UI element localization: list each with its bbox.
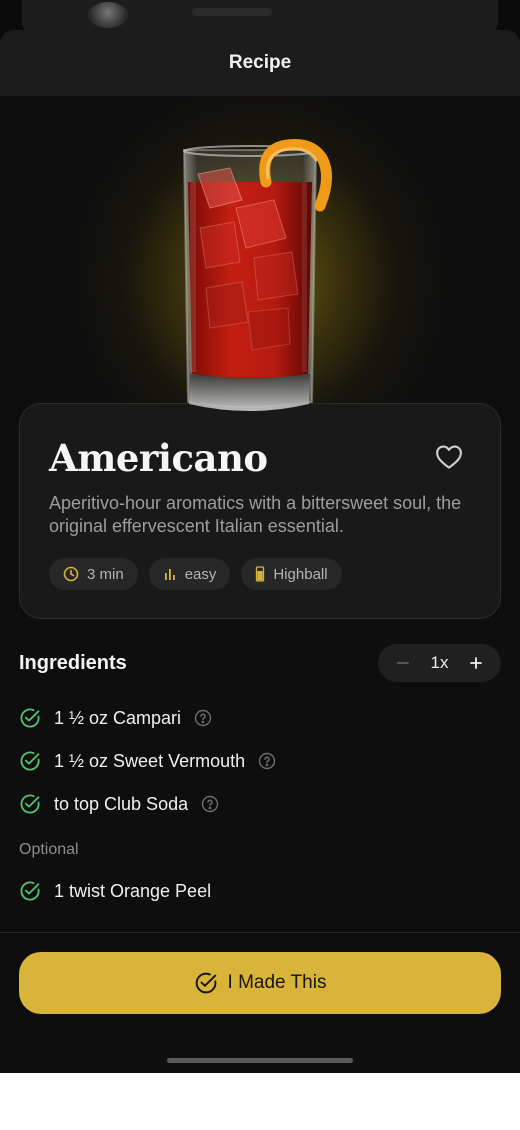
optional-ingredient-row[interactable]: 1 twist Orange Peel	[19, 876, 211, 906]
highball-glass-icon	[256, 566, 265, 582]
clock-icon	[63, 566, 79, 582]
multiplier-value: 1x	[430, 653, 449, 672]
app-screen: Recipe Americano Aperitivo-hour aromatic…	[0, 0, 520, 1073]
check-circle-icon	[195, 972, 216, 994]
plus-icon	[470, 657, 482, 669]
increase-button[interactable]	[465, 652, 487, 674]
home-indicator[interactable]	[167, 1058, 353, 1063]
time-chip-label: 3 min	[87, 565, 124, 583]
decrease-button[interactable]	[392, 652, 414, 674]
ingredient-row[interactable]: 1 ½ oz Sweet Vermouth	[19, 746, 276, 776]
recipe-sheet: Recipe Americano Aperitivo-hour aromatic…	[0, 30, 520, 1073]
ingredient-text: to top Club Soda	[54, 793, 189, 814]
ingredient-row[interactable]: to top Club Soda	[19, 789, 219, 819]
background-sheet	[22, 0, 498, 34]
glass-chip-label: Highball	[273, 565, 328, 583]
recipe-info-card: Americano Aperitivo-hour aromatics with …	[19, 403, 501, 619]
check-circle-icon	[20, 708, 40, 728]
optional-label: Optional	[19, 841, 79, 858]
difficulty-chip-label: easy	[184, 565, 217, 583]
time-chip: 3 min	[49, 558, 138, 590]
ingredients-heading: Ingredients	[19, 652, 127, 674]
help-icon[interactable]	[194, 709, 212, 727]
background-text-placeholder	[192, 8, 272, 16]
page-title: Recipe	[228, 52, 292, 73]
check-circle-icon	[20, 794, 40, 814]
top-bar: Recipe	[0, 30, 520, 96]
ingredient-text: 1 ½ oz Campari	[54, 707, 182, 728]
check-circle-icon	[20, 751, 40, 771]
ingredient-text: 1 ½ oz Sweet Vermouth	[54, 750, 246, 771]
divider	[0, 932, 520, 933]
i-made-this-button[interactable]: I Made This	[19, 952, 501, 1014]
i-made-this-label: I Made This	[227, 972, 327, 993]
help-icon[interactable]	[258, 752, 276, 770]
glass-chip: Highball	[241, 558, 342, 590]
ingredient-text: 1 twist Orange Peel	[54, 880, 212, 901]
check-circle-icon	[20, 881, 40, 901]
minus-icon	[397, 662, 409, 664]
recipe-meta-chips: 3 min easy Highball	[49, 558, 342, 590]
background-drink-thumbnail	[88, 2, 128, 28]
difficulty-bars-icon	[164, 569, 175, 580]
difficulty-chip: easy	[148, 558, 231, 590]
drink-name: Americano	[49, 436, 268, 480]
favorite-heart-icon[interactable]	[434, 442, 464, 472]
help-icon[interactable]	[201, 795, 219, 813]
ingredient-row[interactable]: 1 ½ oz Campari	[19, 703, 212, 733]
drink-description: Aperitivo-hour aromatics with a bittersw…	[49, 493, 462, 536]
serving-multiplier-stepper: 1x	[378, 644, 501, 682]
cocktail-image	[182, 139, 332, 411]
